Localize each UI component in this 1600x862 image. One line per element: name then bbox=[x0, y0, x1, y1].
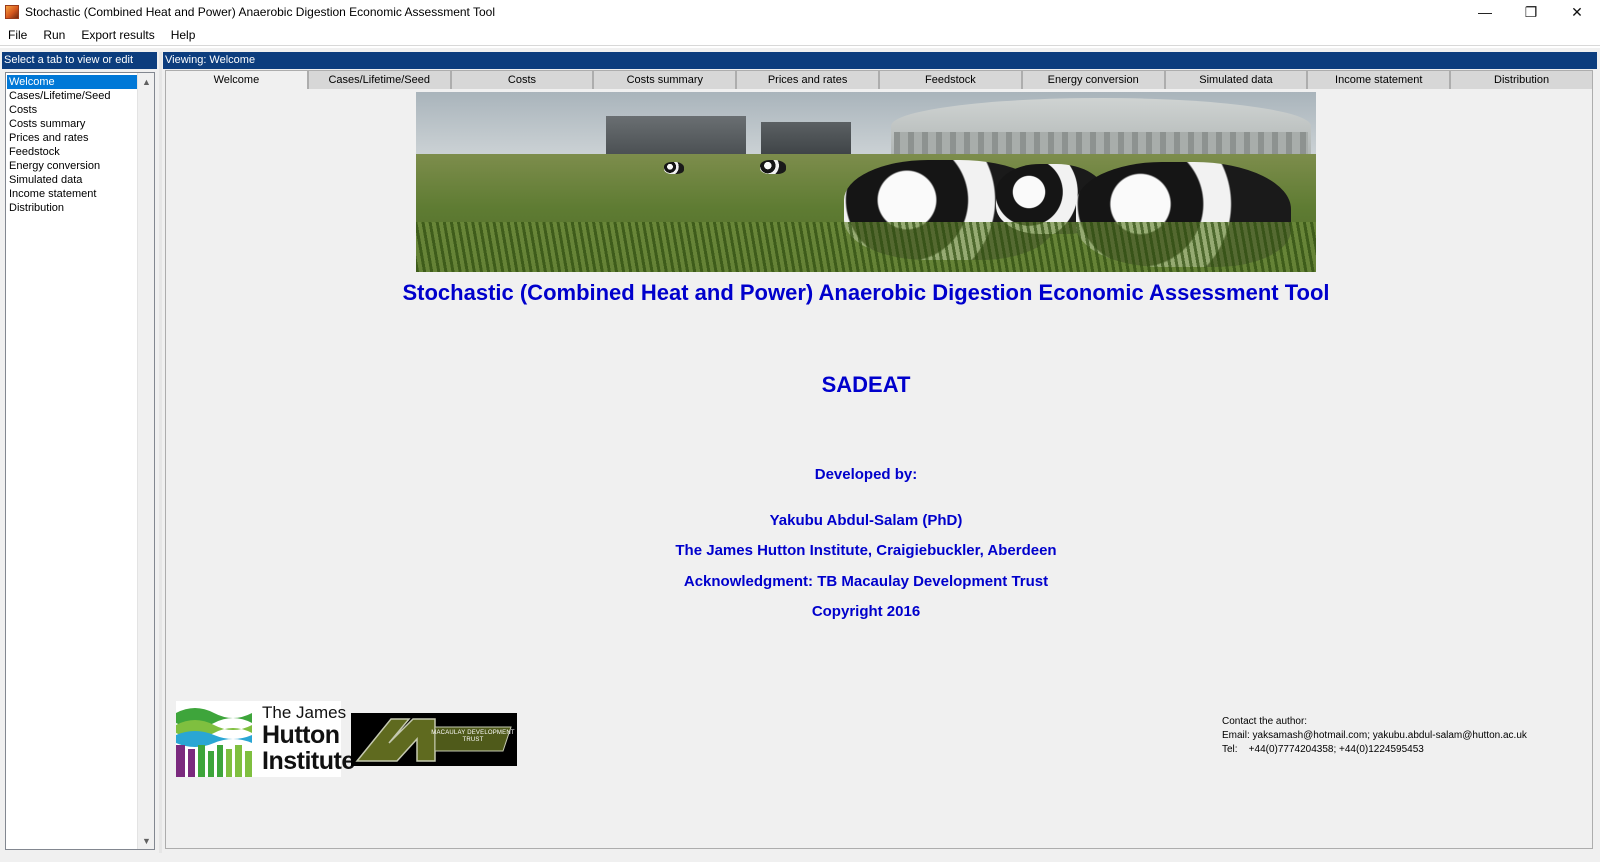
developed-by-label: Developed by: bbox=[814, 466, 918, 483]
tab-welcome[interactable]: Welcome bbox=[165, 70, 308, 90]
sidebar-item-energy-conversion[interactable]: Energy conversion bbox=[7, 159, 137, 173]
matlab-icon bbox=[5, 5, 19, 19]
menu-run[interactable]: Run bbox=[35, 24, 73, 46]
viewing-header: Viewing: Welcome bbox=[163, 52, 1597, 69]
menu-export-results[interactable]: Export results bbox=[73, 24, 162, 46]
macaulay-development-trust-logo: MACAULAY DEVELOPMENT TRUST bbox=[351, 713, 517, 766]
hero-image-biogas-plant-cows bbox=[416, 92, 1316, 272]
sidebar-header: Select a tab to view or edit bbox=[2, 52, 157, 69]
sidebar-item-costs[interactable]: Costs bbox=[7, 103, 137, 117]
james-hutton-logo: The James Hutton Institute bbox=[176, 701, 355, 777]
hutton-wordmark: The James Hutton Institute bbox=[262, 704, 355, 774]
sidebar-item-income-statement[interactable]: Income statement bbox=[7, 187, 137, 201]
tab-feedstock[interactable]: Feedstock bbox=[878, 70, 1022, 90]
sidebar-item-feedstock[interactable]: Feedstock bbox=[7, 145, 137, 159]
copyright-text: Copyright 2016 bbox=[811, 603, 921, 620]
hero-grass bbox=[416, 222, 1316, 272]
sidebar-item-welcome[interactable]: Welcome bbox=[7, 75, 137, 89]
sidebar-panel: Select a tab to view or edit Welcome Cas… bbox=[2, 52, 157, 853]
close-button[interactable]: ✕ bbox=[1554, 0, 1600, 24]
tool-acronym: SADEAT bbox=[821, 372, 911, 397]
tab-prices-and-rates[interactable]: Prices and rates bbox=[736, 70, 879, 90]
tab-costs[interactable]: Costs bbox=[450, 70, 594, 90]
hutton-mark-icon bbox=[176, 708, 252, 777]
tab-energy-conversion[interactable]: Energy conversion bbox=[1021, 70, 1165, 90]
content-panel: Viewing: Welcome Welcome Cases/Lifetime/… bbox=[163, 52, 1597, 853]
contact-info: Contact the author: Email: yaksamash@hot… bbox=[1222, 715, 1527, 757]
tool-title: Stochastic (Combined Heat and Power) Ana… bbox=[402, 280, 1330, 305]
title-bar: Stochastic (Combined Heat and Power) Ana… bbox=[0, 0, 1600, 24]
menu-file[interactable]: File bbox=[0, 24, 35, 46]
sidebar-item-costs-summary[interactable]: Costs summary bbox=[7, 117, 137, 131]
menu-help[interactable]: Help bbox=[163, 24, 204, 46]
institution-text: The James Hutton Institute, Craigiebuckl… bbox=[675, 542, 1057, 559]
macaulay-text: MACAULAY DEVELOPMENT TRUST bbox=[429, 730, 517, 744]
scroll-up-icon[interactable]: ▲ bbox=[138, 73, 155, 90]
digester-tank bbox=[606, 116, 746, 156]
hutton-wordmark-line2: Hutton bbox=[262, 721, 340, 749]
tab-strip: Welcome Cases/Lifetime/Seed Costs Costs … bbox=[165, 70, 1593, 90]
vertical-scrollbar[interactable]: ▲ ▼ bbox=[137, 73, 154, 849]
tab-list: Welcome Cases/Lifetime/Seed Costs Costs … bbox=[7, 75, 137, 215]
minimize-button[interactable]: — bbox=[1462, 0, 1508, 24]
hutton-wordmark-line1: The James bbox=[262, 703, 347, 722]
acknowledgment-text: Acknowledgment: TB Macaulay Development … bbox=[683, 573, 1049, 590]
panel-divider[interactable] bbox=[159, 52, 162, 853]
tab-income-statement[interactable]: Income statement bbox=[1307, 70, 1451, 90]
cow-image bbox=[664, 162, 684, 174]
author-name: Yakubu Abdul-Salam (PhD) bbox=[769, 512, 963, 529]
contact-email: Email: yaksamash@hotmail.com; yakubu.abd… bbox=[1222, 730, 1527, 741]
sidebar-item-simulated-data[interactable]: Simulated data bbox=[7, 173, 137, 187]
main-area: Select a tab to view or edit Welcome Cas… bbox=[0, 48, 1600, 862]
macaulay-text-line1: MACAULAY DEVELOPMENT bbox=[431, 730, 515, 736]
welcome-tab-content: Stochastic (Combined Heat and Power) Ana… bbox=[165, 89, 1593, 849]
sidebar-item-cases-lifetime-seed[interactable]: Cases/Lifetime/Seed bbox=[7, 89, 137, 103]
digester-tank bbox=[761, 122, 851, 156]
macaulay-text-line2: TRUST bbox=[462, 737, 484, 743]
tab-costs-summary[interactable]: Costs summary bbox=[593, 70, 737, 90]
restore-button[interactable]: ❐ bbox=[1508, 0, 1554, 24]
menu-bar: File Run Export results Help bbox=[0, 24, 1600, 46]
cow-image bbox=[760, 160, 786, 174]
tab-listbox[interactable]: Welcome Cases/Lifetime/Seed Costs Costs … bbox=[5, 72, 155, 850]
sidebar-item-prices-and-rates[interactable]: Prices and rates bbox=[7, 131, 137, 145]
sidebar-item-distribution[interactable]: Distribution bbox=[7, 201, 137, 215]
scroll-down-icon[interactable]: ▼ bbox=[138, 832, 155, 849]
contact-heading: Contact the author: bbox=[1222, 716, 1308, 727]
window-title: Stochastic (Combined Heat and Power) Ana… bbox=[25, 5, 496, 19]
tab-cases-lifetime-seed[interactable]: Cases/Lifetime/Seed bbox=[307, 70, 451, 90]
hutton-wordmark-line3: Institute bbox=[262, 747, 355, 775]
tab-distribution[interactable]: Distribution bbox=[1450, 70, 1593, 90]
contact-tel: Tel: +44(0)7774204358; +44(0)1224595453 bbox=[1222, 744, 1424, 755]
tab-simulated-data[interactable]: Simulated data bbox=[1164, 70, 1308, 90]
window-controls: — ❐ ✕ bbox=[1462, 0, 1600, 24]
